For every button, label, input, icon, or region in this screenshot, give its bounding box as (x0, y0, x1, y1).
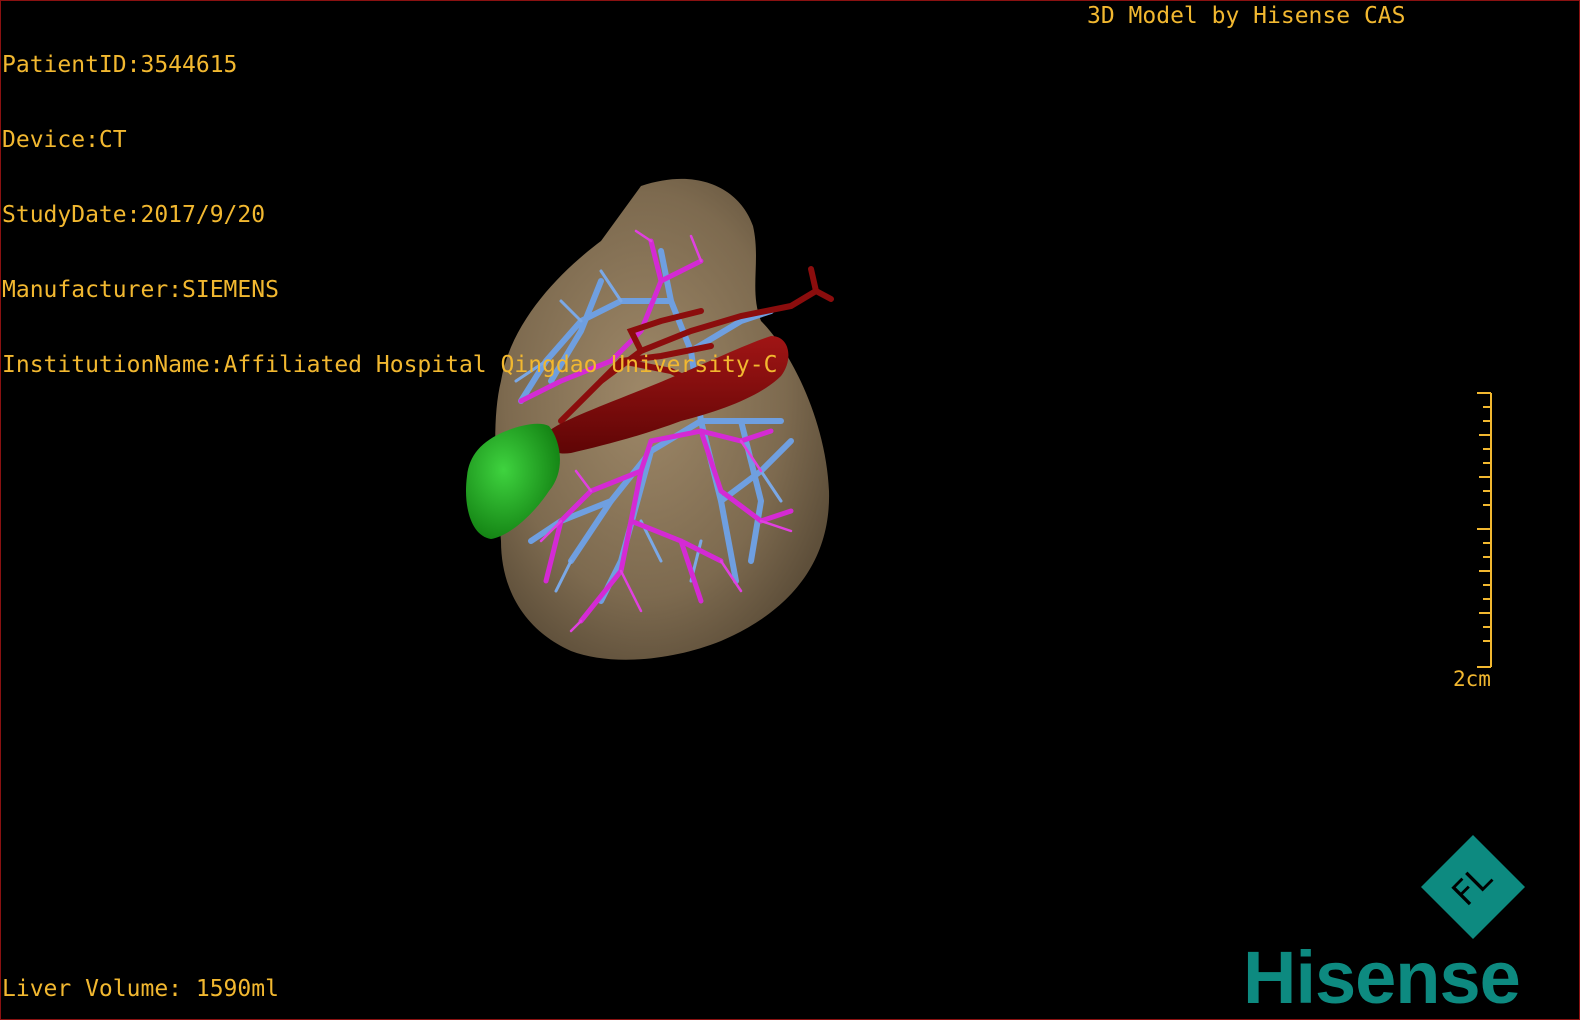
scale-ruler (1477, 392, 1492, 668)
hisense-logo: Hisense (1243, 936, 1521, 1019)
fl-logo-icon: FL (1421, 835, 1525, 939)
model-credit-text: 3D Model by Hisense CAS (1087, 3, 1406, 29)
render-viewport[interactable]: PatientID:3544615 Device:CT StudyDate:20… (0, 0, 1580, 1020)
patient-id-text: PatientID:3544615 (2, 52, 238, 78)
scale-label: 2cm (1453, 667, 1491, 691)
liver-volume-text: Liver Volume: 1590ml (2, 976, 279, 1002)
device-text: Device:CT (2, 127, 127, 153)
manufacturer-text: Manufacturer:SIEMENS (2, 277, 279, 303)
institution-text: InstitutionName:Affiliated Hospital Qing… (2, 352, 778, 378)
study-date-text: StudyDate:2017/9/20 (2, 202, 266, 228)
study-info: PatientID:3544615 Device:CT StudyDate:20… (2, 3, 777, 428)
